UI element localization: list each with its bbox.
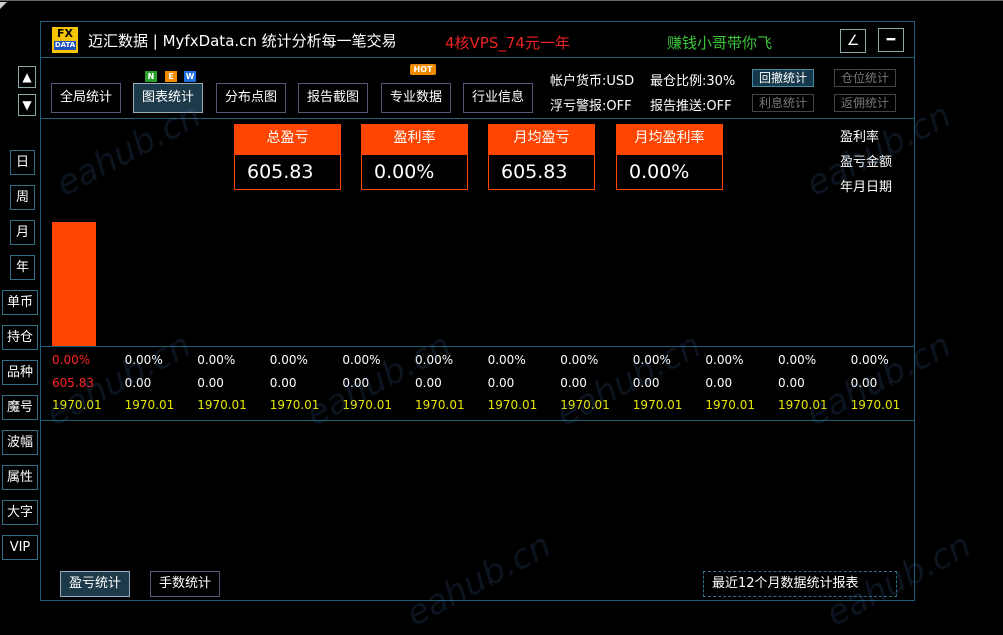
rate-label: 0.00%: [415, 353, 454, 367]
value-label: 0.00: [560, 376, 587, 390]
period-year-button[interactable]: 年: [10, 255, 35, 280]
side-single-currency[interactable]: 单币: [2, 290, 38, 315]
card-monthly-rate-value: 0.00%: [616, 154, 723, 190]
rebate-stats-button[interactable]: 返佣统计: [834, 94, 897, 112]
chart-baseline: [41, 346, 914, 347]
date-label: 1970.01: [705, 398, 756, 412]
side-symbols[interactable]: 品种: [2, 360, 38, 385]
date-label: 1970.01: [269, 398, 320, 412]
value-label: 0.00: [850, 376, 878, 390]
date-label: 1970.01: [124, 398, 175, 412]
tab-industry-info[interactable]: 行业信息: [463, 83, 534, 113]
rate-label: 0.00%: [632, 353, 671, 367]
interest-stats-button[interactable]: 利息统计: [752, 94, 815, 112]
value-label: 0.00: [342, 376, 370, 390]
period-day-button[interactable]: 日: [10, 150, 35, 175]
date-label: 1970.01: [52, 398, 102, 412]
date-label: 1970.01: [560, 398, 610, 412]
rate-label: 0.00%: [560, 353, 599, 367]
rate-label: 0.00%: [487, 353, 526, 367]
float-loss-alert: 浮亏警报:OFF: [550, 99, 632, 114]
corner-marker: [0, 2, 7, 9]
side-vip[interactable]: VIP: [2, 535, 38, 560]
vps-ad-link[interactable]: 4核VPS_74元一年: [445, 32, 570, 53]
value-label: 0.00: [197, 376, 224, 390]
card-total-pnl-label: 总盈亏: [234, 124, 341, 155]
side-attributes[interactable]: 属性: [2, 465, 38, 490]
fxdata-logo: FX DATA: [52, 27, 78, 53]
report-title: 最近12个月数据统计报表: [703, 571, 897, 597]
tab-pnl-stats[interactable]: 盈亏统计: [60, 571, 131, 597]
value-label: 0.00: [124, 376, 152, 390]
slogan-text: 赚钱小哥带你飞: [667, 34, 773, 52]
value-label: 0.00: [632, 376, 660, 390]
top-border: [0, 0, 1003, 1]
position-stats-button[interactable]: 仓位统计: [834, 69, 897, 87]
legend-pnl-amount: 盈亏金额: [840, 155, 893, 170]
chart-divider: [41, 420, 914, 421]
tab-global-stats[interactable]: 全局统计: [51, 83, 122, 113]
drawdown-stats-button[interactable]: 回撤统计: [752, 69, 815, 87]
rate-label: 0.00%: [850, 353, 889, 367]
value-label: 605.83: [52, 376, 94, 390]
side-holdings[interactable]: 持仓: [2, 325, 38, 350]
period-month-button[interactable]: 月: [10, 220, 35, 245]
hot-badge: HOT: [410, 64, 436, 75]
side-volatility[interactable]: 波幅: [2, 430, 38, 455]
app-title: 迈汇数据 | MyfxData.cn 统计分析每一笔交易: [88, 32, 397, 50]
logo-text-top: FX: [57, 27, 73, 40]
card-total-pnl-value: 605.83: [234, 154, 341, 190]
chart-bar: [52, 222, 96, 346]
date-label: 1970.01: [778, 398, 828, 412]
card-profit-rate-value: 0.00%: [361, 154, 468, 190]
period-week-button[interactable]: 周: [10, 185, 35, 210]
card-monthly-pnl-value: 605.83: [488, 154, 595, 190]
new-badge-n: N: [145, 71, 157, 82]
tab-chart-stats[interactable]: 图表统计: [133, 83, 204, 113]
card-monthly-pnl-label: 月均盈亏: [488, 124, 595, 155]
tab-pro-data[interactable]: 专业数据: [381, 83, 452, 113]
edit-icon[interactable]: ∠: [840, 29, 866, 53]
card-monthly-rate-label: 月均盈利率: [616, 124, 723, 155]
max-position-ratio: 最仓比例:30%: [650, 74, 736, 89]
date-label: 1970.01: [487, 398, 538, 412]
report-push-status: 报告推送:OFF: [650, 99, 732, 114]
account-currency: 帐户货币:USD: [550, 74, 635, 89]
rate-label: 0.00%: [124, 353, 163, 367]
logo-text-bottom: DATA: [54, 41, 76, 50]
minimize-icon[interactable]: ━: [878, 28, 904, 52]
rate-label: 0.00%: [52, 353, 91, 367]
date-label: 1970.01: [415, 398, 465, 412]
date-label: 1970.01: [342, 398, 393, 412]
new-badge-w: W: [184, 71, 196, 82]
value-label: 0.00: [415, 376, 442, 390]
tab-report-screenshot[interactable]: 报告截图: [298, 83, 369, 113]
value-label: 0.00: [778, 376, 805, 390]
legend-profit-rate: 盈利率: [840, 130, 880, 145]
side-magic-number[interactable]: 魔号: [2, 395, 38, 420]
date-label: 1970.01: [850, 398, 901, 412]
rate-label: 0.00%: [197, 353, 236, 367]
rate-label: 0.00%: [269, 353, 308, 367]
rate-label: 0.00%: [705, 353, 744, 367]
scroll-up-icon[interactable]: ▲: [18, 66, 36, 88]
tab-scatter-plot[interactable]: 分布点图: [216, 83, 287, 113]
card-profit-rate-label: 盈利率: [361, 124, 468, 155]
side-large-font[interactable]: 大字: [2, 500, 38, 525]
value-label: 0.00: [705, 376, 733, 390]
value-label: 0.00: [487, 376, 515, 390]
nav-divider: [41, 118, 914, 119]
scroll-down-icon[interactable]: ▼: [18, 94, 36, 116]
tab-lot-stats[interactable]: 手数统计: [150, 571, 221, 597]
rate-label: 0.00%: [342, 353, 381, 367]
rate-label: 0.00%: [778, 353, 817, 367]
date-label: 1970.01: [632, 398, 683, 412]
date-label: 1970.01: [197, 398, 247, 412]
new-badge-e: E: [165, 71, 177, 82]
value-label: 0.00: [269, 376, 297, 390]
legend-year-month: 年月日期: [840, 180, 893, 195]
